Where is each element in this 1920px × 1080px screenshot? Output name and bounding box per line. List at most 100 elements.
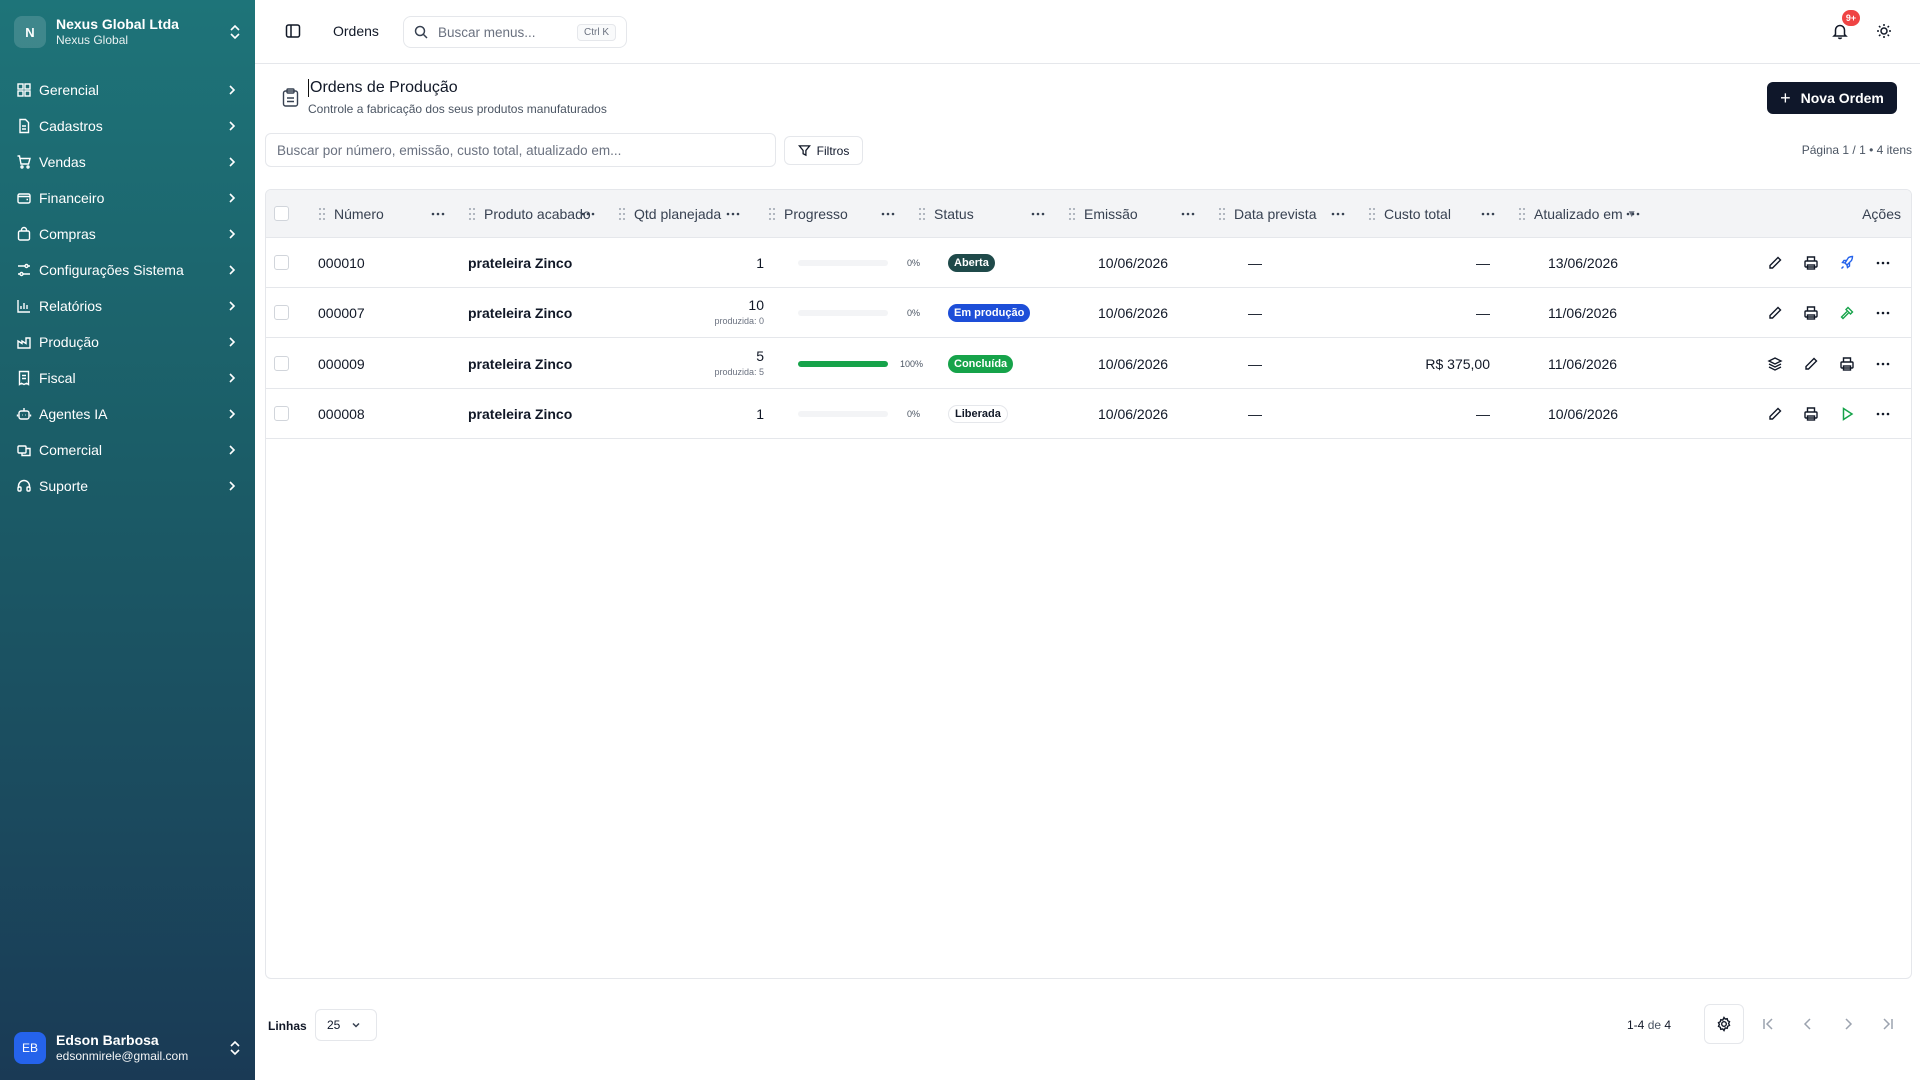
edit-icon[interactable] bbox=[1767, 305, 1783, 321]
column-menu-icon[interactable] bbox=[726, 190, 740, 238]
drag-handle-icon[interactable] bbox=[1368, 207, 1376, 221]
table-row[interactable]: 000007 prateleira Zinco 10 produzida: 0 0% Em… bbox=[266, 287, 1911, 338]
issue-date: 10/06/2026 bbox=[1098, 406, 1169, 422]
column-header-1[interactable]: Número bbox=[318, 190, 384, 238]
sidebar-toggle-icon[interactable] bbox=[285, 23, 301, 39]
rocket-icon[interactable] bbox=[1839, 255, 1855, 271]
column-header-9[interactable]: Atualizado em ▼ bbox=[1518, 190, 1637, 238]
row-checkbox[interactable] bbox=[274, 255, 289, 270]
column-menu-icon[interactable] bbox=[1031, 190, 1045, 238]
select-all-checkbox[interactable] bbox=[274, 206, 289, 221]
first-page-icon[interactable] bbox=[1760, 1016, 1776, 1032]
drag-handle-icon[interactable] bbox=[318, 207, 326, 221]
table-row[interactable]: 000008 prateleira Zinco 1 0% Liberada 10/06/2… bbox=[266, 389, 1911, 439]
progress-percent: 0% bbox=[907, 307, 921, 318]
order-number[interactable]: 000007 bbox=[318, 305, 365, 321]
column-menu-icon[interactable] bbox=[1626, 190, 1640, 238]
theme-toggle-icon[interactable] bbox=[1876, 23, 1892, 39]
column-header-6[interactable]: Emissão bbox=[1068, 190, 1138, 238]
play-icon[interactable] bbox=[1839, 406, 1855, 422]
column-menu-icon[interactable] bbox=[1181, 190, 1195, 238]
drag-handle-icon[interactable] bbox=[618, 207, 626, 221]
breadcrumb[interactable]: Ordens bbox=[333, 23, 379, 39]
sidebar-item-8[interactable]: Produção bbox=[8, 324, 247, 360]
column-header-5[interactable]: Status bbox=[918, 190, 974, 238]
last-page-icon[interactable] bbox=[1880, 1016, 1896, 1032]
sidebar-item-label: Relatórios bbox=[39, 298, 103, 314]
column-menu-icon[interactable] bbox=[431, 190, 445, 238]
table-settings-button[interactable] bbox=[1704, 1004, 1744, 1044]
sidebar-item-11[interactable]: Comercial bbox=[8, 432, 247, 468]
column-menu-icon[interactable] bbox=[581, 190, 595, 238]
factory-icon bbox=[17, 337, 31, 349]
menu-search[interactable]: Buscar menus... Ctrl K bbox=[403, 16, 627, 48]
org-switcher[interactable]: N Nexus Global Ltda Nexus Global bbox=[14, 14, 242, 50]
column-header-2[interactable]: Produto acabado bbox=[468, 190, 591, 238]
row-checkbox[interactable] bbox=[274, 406, 289, 421]
more-icon[interactable] bbox=[1875, 255, 1891, 271]
order-number[interactable]: 000009 bbox=[318, 356, 365, 372]
edit-icon[interactable] bbox=[1767, 406, 1783, 422]
row-checkbox[interactable] bbox=[274, 355, 289, 371]
receipt-icon bbox=[18, 370, 30, 386]
user-menu[interactable]: EB Edson Barbosa edsonmirele@gmail.com bbox=[14, 1030, 242, 1066]
column-menu-icon[interactable] bbox=[1481, 190, 1495, 238]
row-checkbox[interactable] bbox=[274, 304, 289, 320]
expected-date: — bbox=[1248, 255, 1262, 271]
drag-handle-icon[interactable] bbox=[1068, 207, 1076, 221]
produced-qty: produzida: 0 bbox=[714, 315, 764, 326]
progress-percent: 0% bbox=[907, 258, 921, 268]
sidebar-nav: Gerencial Cadastros Vendas Financeiro Co… bbox=[8, 72, 247, 504]
more-icon[interactable] bbox=[1875, 356, 1891, 372]
handshake-icon bbox=[17, 445, 31, 457]
column-header-4[interactable]: Progresso bbox=[768, 190, 848, 238]
plus-icon: + bbox=[1780, 87, 1791, 108]
sidebar-item-1[interactable]: Gerencial bbox=[8, 72, 247, 108]
sidebar-item-7[interactable]: Relatórios bbox=[8, 288, 247, 324]
drag-handle-icon[interactable] bbox=[468, 207, 476, 221]
sidebar-item-label: Agentes IA bbox=[39, 406, 108, 422]
column-header-8[interactable]: Custo total bbox=[1368, 190, 1451, 238]
more-icon[interactable] bbox=[1875, 305, 1891, 321]
previous-page-icon[interactable] bbox=[1800, 1016, 1816, 1032]
product-name: prateleira Zinco bbox=[468, 406, 573, 422]
rows-per-page-select[interactable]: 25 bbox=[315, 1009, 377, 1041]
sidebar-item-5[interactable]: Compras bbox=[8, 216, 247, 252]
chevrons-up-down-icon bbox=[230, 24, 240, 40]
order-number[interactable]: 000010 bbox=[318, 255, 365, 271]
drag-handle-icon[interactable] bbox=[768, 207, 776, 221]
more-icon[interactable] bbox=[1875, 406, 1891, 422]
sidebar-item-9[interactable]: Fiscal bbox=[8, 360, 247, 396]
new-order-button[interactable]: + Nova Ordem bbox=[1767, 82, 1897, 114]
drag-handle-icon[interactable] bbox=[1518, 207, 1526, 221]
progress-bar bbox=[798, 360, 888, 367]
table-row[interactable]: 000010 prateleira Zinco 1 0% Aberta 10/06/202… bbox=[266, 238, 1911, 288]
print-icon[interactable] bbox=[1803, 255, 1819, 271]
filters-button[interactable]: Filtros bbox=[784, 136, 863, 165]
sidebar-item-6[interactable]: Configurações Sistema bbox=[8, 252, 247, 288]
drag-handle-icon[interactable] bbox=[1218, 207, 1226, 221]
table-row[interactable]: 000009 prateleira Zinco 5 produzida: 5 100% C… bbox=[266, 338, 1911, 389]
sidebar-item-2[interactable]: Cadastros bbox=[8, 108, 247, 144]
status-badge: Liberada bbox=[948, 405, 1008, 423]
order-number[interactable]: 000008 bbox=[318, 406, 365, 422]
edit-icon[interactable] bbox=[1767, 255, 1783, 271]
column-header-7[interactable]: Data prevista bbox=[1218, 190, 1316, 238]
edit-icon[interactable] bbox=[1803, 356, 1819, 372]
sidebar-item-10[interactable]: Agentes IA bbox=[8, 396, 247, 432]
column-menu-icon[interactable] bbox=[1331, 190, 1345, 238]
table-search-input[interactable]: Buscar por número, emissão, custo total,… bbox=[265, 133, 776, 167]
chevron-right-icon bbox=[229, 373, 236, 383]
sidebar-item-4[interactable]: Financeiro bbox=[8, 180, 247, 216]
drag-handle-icon[interactable] bbox=[918, 207, 926, 221]
next-page-icon[interactable] bbox=[1840, 1016, 1856, 1032]
layers-icon[interactable] bbox=[1767, 356, 1783, 372]
print-icon[interactable] bbox=[1803, 305, 1819, 321]
column-menu-icon[interactable] bbox=[881, 190, 895, 238]
print-icon[interactable] bbox=[1803, 406, 1819, 422]
sidebar-item-12[interactable]: Suporte bbox=[8, 468, 247, 504]
hammer-icon[interactable] bbox=[1839, 305, 1855, 321]
column-header-3[interactable]: Qtd planejada bbox=[618, 190, 721, 238]
sidebar-item-3[interactable]: Vendas bbox=[8, 144, 247, 180]
print-icon[interactable] bbox=[1839, 356, 1855, 372]
